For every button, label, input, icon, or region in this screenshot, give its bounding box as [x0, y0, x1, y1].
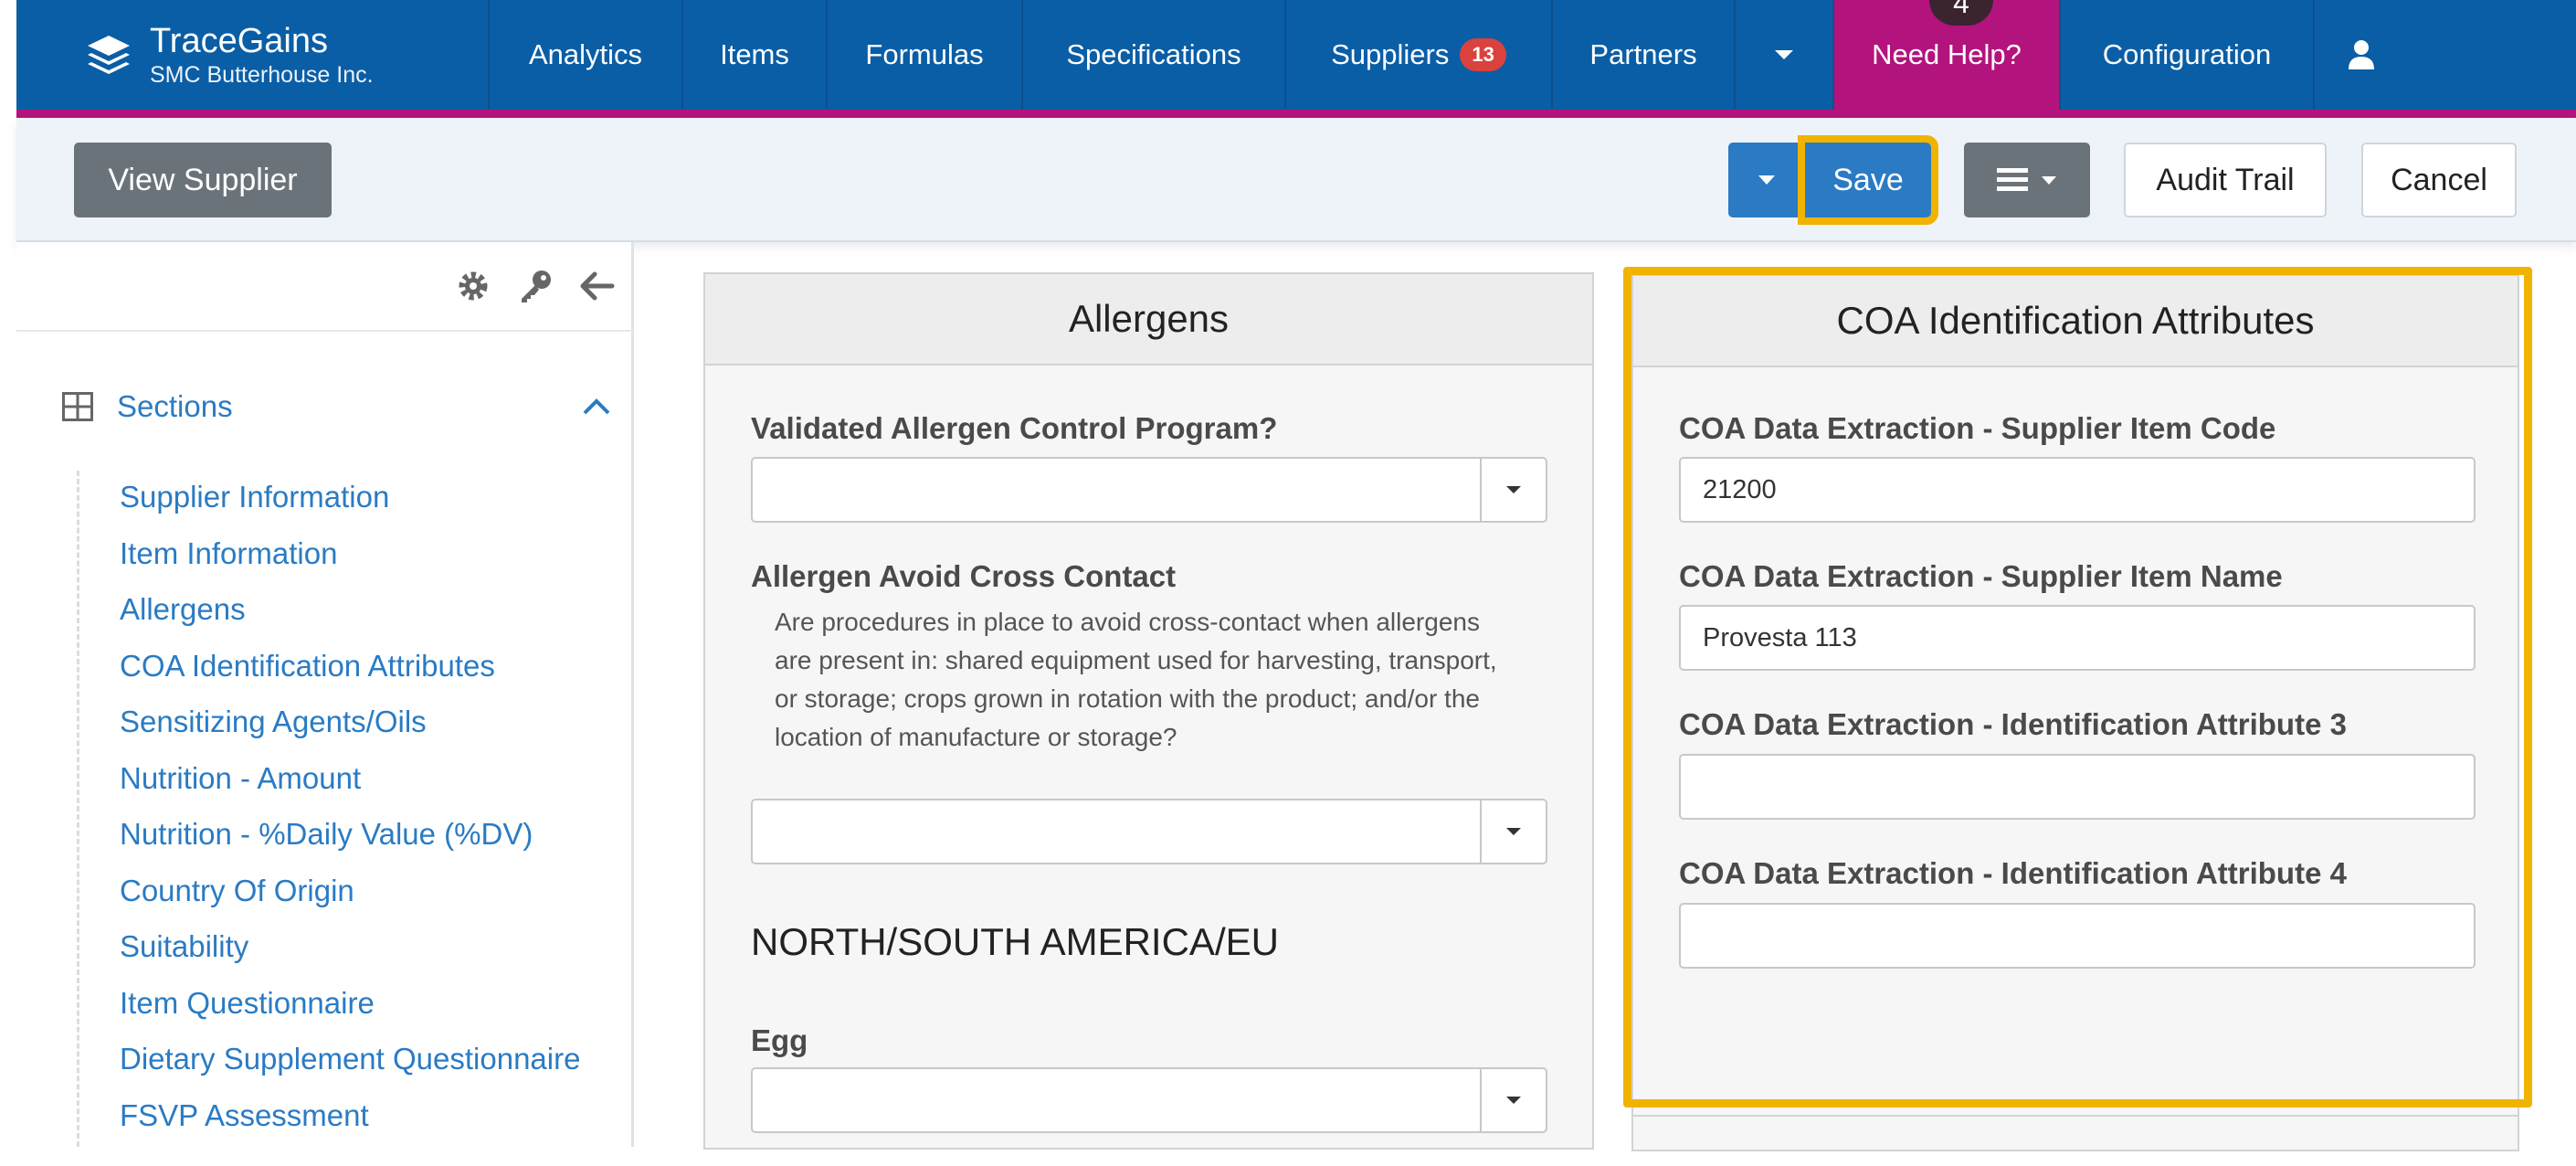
allergens-panel: Allergens Validated Allergen Control Pro…	[703, 272, 1594, 1150]
select-caret	[1480, 800, 1546, 863]
audit-trail-button[interactable]: Audit Trail	[2124, 143, 2327, 217]
section-link-supplier-information[interactable]: Supplier Information	[120, 480, 389, 514]
caret-down-icon	[1506, 828, 1521, 835]
nav-suppliers-label: Suppliers	[1331, 38, 1450, 70]
section-link-dietary-supplement-questionnaire[interactable]: Dietary Supplement Questionnaire	[120, 1042, 580, 1076]
more-actions-menu[interactable]	[1964, 143, 2090, 217]
coa-attribute-4-input[interactable]	[1679, 903, 2476, 969]
brand-name: TraceGains	[150, 22, 328, 60]
section-link-sensitizing-agents[interactable]: Sensitizing Agents/Oils	[120, 705, 427, 739]
key-icon[interactable]	[517, 268, 554, 304]
nav-accent-bar	[16, 110, 2576, 118]
section-link-item-information[interactable]: Item Information	[120, 536, 337, 571]
app-window: TraceGains SMC Butterhouse Inc. Analytic…	[0, 0, 2576, 1166]
coa-attribute-3-label: COA Data Extraction - Identification Att…	[1679, 707, 2347, 741]
section-link-fsvp-assessment[interactable]: FSVP Assessment	[120, 1098, 369, 1133]
caret-down-icon	[2042, 175, 2056, 185]
section-link-nutrition-amount[interactable]: Nutrition - Amount	[120, 761, 361, 796]
select-caret	[1480, 459, 1546, 521]
nav-suppliers[interactable]: Suppliers 13	[1286, 0, 1553, 110]
nav-items[interactable]: Items	[683, 0, 828, 110]
coa-item-name-input[interactable]: Provesta 113	[1679, 605, 2476, 671]
cross-contact-select[interactable]	[751, 799, 1547, 864]
caret-down-icon	[1506, 486, 1521, 493]
sections-sidebar: Sections Supplier Information Item Infor…	[16, 242, 634, 1147]
action-toolbar: View Supplier Save Audit Trail Cancel	[16, 118, 2576, 242]
brand-text: TraceGains SMC Butterhouse Inc.	[150, 21, 374, 89]
panel-divider	[1633, 1115, 2518, 1117]
sidebar-toolbar	[16, 242, 634, 332]
top-nav: TraceGains SMC Butterhouse Inc. Analytic…	[16, 0, 2576, 115]
section-link-coa-identification-attributes[interactable]: COA Identification Attributes	[120, 649, 495, 684]
table-grid-icon	[62, 392, 93, 421]
cross-contact-label: Allergen Avoid Cross Contact	[751, 559, 1177, 593]
save-button[interactable]: Save	[1798, 135, 1938, 225]
coa-panel-title: COA Identification Attributes	[1633, 276, 2518, 367]
nav-configuration[interactable]: Configuration	[2061, 0, 2315, 110]
gear-icon[interactable]	[455, 268, 491, 304]
sections-label: Sections	[117, 389, 233, 423]
section-link-allergens[interactable]: Allergens	[120, 592, 246, 627]
chevron-up-icon[interactable]	[583, 398, 610, 415]
validated-allergen-select[interactable]	[751, 457, 1547, 523]
nav-more-dropdown[interactable]	[1736, 0, 1834, 110]
cancel-button[interactable]: Cancel	[2361, 143, 2517, 217]
view-supplier-button[interactable]: View Supplier	[74, 143, 332, 217]
validated-allergen-label: Validated Allergen Control Program?	[751, 411, 1278, 445]
collapse-arrow-left-icon[interactable]	[579, 268, 616, 304]
caret-down-icon	[1758, 175, 1775, 185]
brand-company: SMC Butterhouse Inc.	[150, 62, 374, 88]
section-link-suitability[interactable]: Suitability	[120, 929, 248, 964]
coa-attribute-3-input[interactable]	[1679, 754, 2476, 820]
region-heading: NORTH/SOUTH AMERICA/EU	[751, 920, 1279, 963]
user-icon	[2349, 40, 2374, 69]
section-link-country-of-origin[interactable]: Country Of Origin	[120, 874, 354, 908]
chevron-down-icon	[1775, 50, 1793, 59]
nav-partners[interactable]: Partners	[1553, 0, 1736, 110]
nav-analytics[interactable]: Analytics	[490, 0, 683, 110]
allergens-panel-title: Allergens	[705, 274, 1592, 366]
nav-specifications[interactable]: Specifications	[1023, 0, 1286, 110]
nav-formulas[interactable]: Formulas	[828, 0, 1023, 110]
egg-label: Egg	[751, 1023, 808, 1057]
coa-item-name-label: COA Data Extraction - Supplier Item Name	[1679, 559, 2283, 593]
brand[interactable]: TraceGains SMC Butterhouse Inc.	[16, 0, 490, 110]
section-link-nutrition-dv[interactable]: Nutrition - %Daily Value (%DV)	[120, 817, 533, 852]
coa-item-code-input[interactable]: 21200	[1679, 457, 2476, 523]
coa-attribute-4-label: COA Data Extraction - Identification Att…	[1679, 856, 2347, 890]
hamburger-menu-icon	[1997, 168, 2028, 191]
section-link-item-questionnaire[interactable]: Item Questionnaire	[120, 986, 375, 1021]
egg-select[interactable]	[751, 1067, 1547, 1133]
caret-down-icon	[1506, 1097, 1521, 1104]
suppliers-count-badge: 13	[1460, 38, 1506, 71]
save-options-dropdown[interactable]	[1728, 143, 1805, 217]
sections-list: Supplier Information Item Information Al…	[77, 471, 634, 1147]
coa-panel: COA Identification Attributes COA Data E…	[1631, 274, 2519, 1151]
nav-user[interactable]	[2315, 0, 2408, 110]
select-caret	[1480, 1069, 1546, 1131]
layers-logo-icon	[88, 36, 130, 74]
cross-contact-description: Are procedures in place to avoid cross-c…	[775, 608, 1497, 751]
coa-item-code-label: COA Data Extraction - Supplier Item Code	[1679, 411, 2276, 445]
sections-header[interactable]: Sections	[62, 387, 610, 427]
